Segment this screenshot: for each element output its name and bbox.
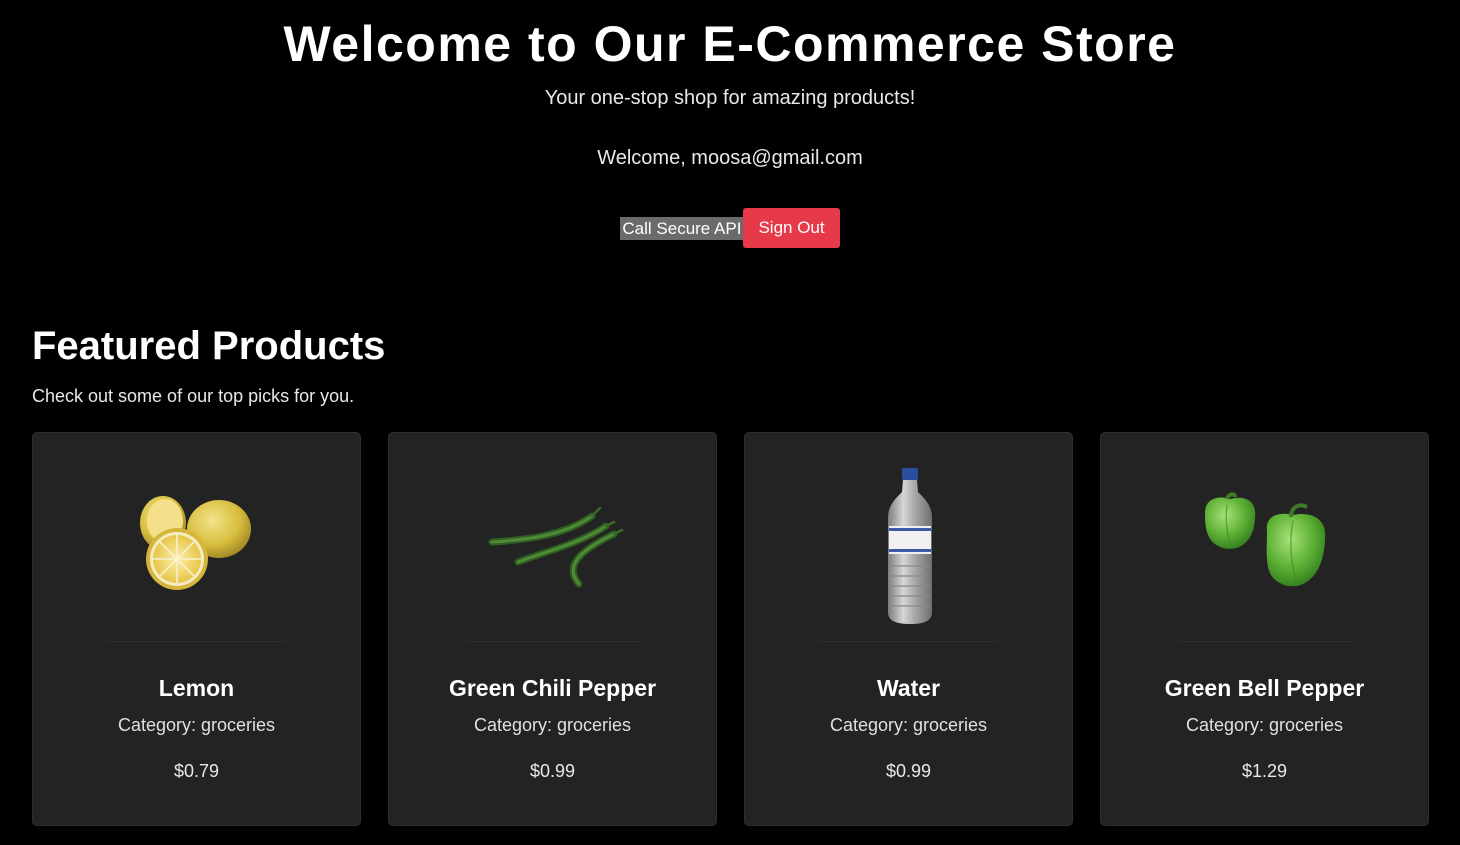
green-bell-pepper-image <box>1173 451 1358 642</box>
product-price: $0.99 <box>529 761 576 781</box>
page-subtitle: Your one-stop shop for amazing products! <box>544 87 916 109</box>
page: Welcome to Our E-Commerce Store Your one… <box>0 0 1460 845</box>
product-price: $1.29 <box>1241 761 1288 781</box>
header-actions: Call Secure API Sign Out <box>0 208 1460 248</box>
product-name[interactable]: Green Bell Pepper <box>1101 674 1428 702</box>
product-category: Category: groceries <box>1185 715 1344 735</box>
product-card[interactable]: Green Chili Pepper Category: groceries $… <box>388 432 717 826</box>
green-chili-pepper-image <box>461 451 646 642</box>
page-title: Welcome to Our E-Commerce Store <box>283 16 1177 72</box>
product-price: $0.99 <box>885 761 932 781</box>
product-category: Category: groceries <box>473 715 632 735</box>
lemon-image <box>139 496 251 590</box>
product-card[interactable]: Water Category: groceries $0.99 <box>744 432 1073 826</box>
product-category: Category: groceries <box>117 715 276 735</box>
product-card[interactable]: Green Bell Pepper Category: groceries $1… <box>1100 432 1429 826</box>
product-name[interactable]: Water <box>745 674 1072 702</box>
green-chili-pepper-image <box>488 506 623 588</box>
product-name[interactable]: Lemon <box>33 674 360 702</box>
green-bell-pepper-image <box>1204 492 1325 587</box>
product-card[interactable]: Lemon Category: groceries $0.79 <box>32 432 361 826</box>
product-grid: Lemon Category: groceries $0.79 Green Ch… <box>32 432 1432 828</box>
sign-out-button[interactable]: Sign Out <box>743 208 840 248</box>
welcome-message: Welcome, moosa@gmail.com <box>597 147 863 169</box>
product-category: Category: groceries <box>829 715 988 735</box>
section-description: Check out some of our top picks for you. <box>32 386 355 406</box>
call-secure-api-button[interactable]: Call Secure API <box>620 216 744 240</box>
product-price: $0.79 <box>173 761 220 781</box>
lemon-image <box>105 451 290 642</box>
section-title: Featured Products <box>32 324 386 368</box>
water-bottle-image <box>887 468 932 624</box>
product-name[interactable]: Green Chili Pepper <box>389 674 716 702</box>
water-bottle-image <box>817 451 1002 642</box>
